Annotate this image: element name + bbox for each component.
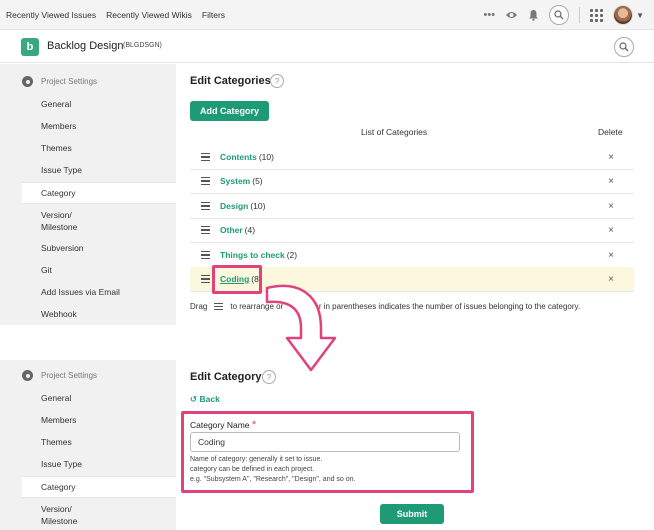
category-name-link[interactable]: Contents [220,152,257,162]
project-key: (BLGDSGN) [123,42,162,49]
category-row: System (5) × [190,169,634,194]
category-count: (10) [258,152,274,162]
project-search-button[interactable] [614,37,634,57]
list-of-categories-header: List of Categories [361,127,428,137]
sidebar-item-git[interactable]: Git [22,265,176,275]
sidebar-item-general[interactable]: General [22,393,176,403]
search-icon [554,10,564,20]
edit-category-title: Edit Category [190,371,262,383]
category-name-link[interactable]: Design [220,201,248,211]
more-icon[interactable]: ••• [484,9,496,21]
sidebar-item-themes[interactable]: Themes [22,437,176,447]
delete-icon[interactable]: × [608,274,614,285]
sidebar-heading: Project Settings [22,370,97,381]
category-row: Contents (10) × [190,145,634,170]
sidebar-heading-label: Project Settings [41,77,98,86]
filters-link[interactable]: Filters [202,10,225,20]
delete-column-header: Delete [598,127,623,137]
project-logo[interactable]: b [21,38,39,56]
category-count: (10) [250,201,266,211]
delete-icon[interactable]: × [608,152,614,163]
project-settings-sidebar-lower: Project Settings General Members Themes … [0,360,176,530]
recently-viewed-issues-link[interactable]: Recently Viewed Issues [6,10,96,20]
back-link[interactable]: ↺ Back [190,394,220,405]
sidebar-item-version-milestone[interactable]: Version/ Milestone [22,209,176,233]
search-icon [619,42,629,52]
delete-icon[interactable]: × [608,250,614,261]
delete-icon[interactable]: × [608,201,614,212]
edit-categories-title: Edit Categories [190,75,271,87]
sidebar-item-members[interactable]: Members [22,415,176,425]
category-name-link[interactable]: System [220,176,250,186]
gear-icon [22,370,33,381]
sidebar-heading-label: Project Settings [41,371,98,380]
sidebar-item-version-milestone[interactable]: Version/ Milestone [22,503,176,527]
category-name-link[interactable]: Things to check [220,250,285,260]
drag-handle-icon [214,302,224,311]
highlight-box-category-form [181,411,474,493]
drag-handle-icon[interactable] [201,275,210,283]
help-icon[interactable]: ? [262,370,276,384]
header-divider [579,7,581,23]
back-icon: ↺ [190,394,198,404]
drag-handle-icon[interactable] [201,153,210,161]
project-name[interactable]: Backlog Design [47,40,123,52]
category-count: (5) [252,176,263,186]
project-header: b Backlog Design (BLGDSGN) [0,31,654,63]
category-row: Other (4) × [190,218,634,243]
sidebar-item-general[interactable]: General [22,99,176,109]
transition-arrow-icon [265,284,337,372]
category-name-link[interactable]: Other [220,225,243,235]
project-settings-sidebar: Project Settings General Members Themes … [0,64,176,325]
add-category-button[interactable]: Add Category [190,101,269,121]
header-tools: ••• ▼ [484,0,644,30]
category-count: (4) [244,225,256,235]
delete-icon[interactable]: × [608,176,614,187]
sidebar-item-issue-type[interactable]: Issue Type [22,459,176,469]
sidebar-item-subversion[interactable]: Subversion [22,243,176,253]
global-header: Recently Viewed Issues Recently Viewed W… [0,0,654,30]
category-row: Design (10) × [190,194,634,219]
recently-viewed-wikis-link[interactable]: Recently Viewed Wikis [106,10,192,20]
apps-grid-icon[interactable] [590,8,604,22]
sidebar-item-issue-type[interactable]: Issue Type [22,165,176,175]
sidebar-item-members[interactable]: Members [22,121,176,131]
back-label: Back [199,394,220,404]
delete-icon[interactable]: × [608,225,614,236]
sidebar-item-webhook[interactable]: Webhook [22,309,176,319]
drag-handle-icon[interactable] [201,251,210,259]
help-icon[interactable]: ? [270,74,284,88]
avatar[interactable] [613,5,634,25]
sidebar-item-category[interactable]: Category [22,476,176,498]
chevron-down-icon[interactable]: ▼ [636,11,644,20]
eye-icon[interactable] [505,10,518,20]
sidebar-heading: Project Settings [22,76,97,87]
drag-handle-icon[interactable] [201,177,210,185]
submit-button[interactable]: Submit [380,504,444,524]
bell-icon[interactable] [528,9,539,21]
category-count: (2) [286,250,298,260]
sidebar-item-category[interactable]: Category [22,182,176,204]
drag-handle-icon[interactable] [201,202,210,210]
drag-instruction: Drag to rearrange or mber in parentheses… [190,302,580,311]
search-button[interactable] [549,5,570,25]
sidebar-item-add-issues-via-email[interactable]: Add Issues via Email [22,287,176,297]
sidebar-item-themes[interactable]: Themes [22,143,176,153]
drag-handle-icon[interactable] [201,226,210,234]
gear-icon [22,76,33,87]
drag-note-prefix: Drag [190,302,208,311]
